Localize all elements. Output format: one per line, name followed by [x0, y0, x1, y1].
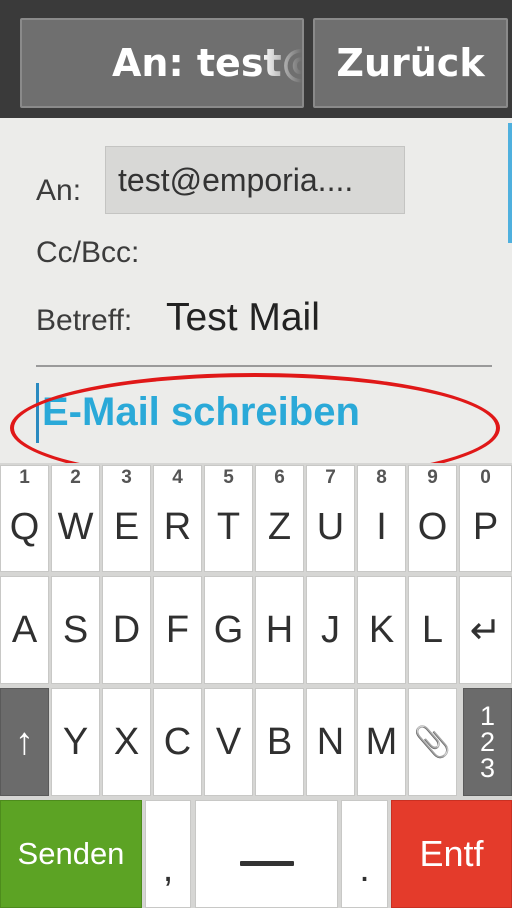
- delete-button[interactable]: Entf: [391, 800, 512, 908]
- space-key[interactable]: [195, 800, 338, 908]
- recipient-title-button[interactable]: An: test@: [20, 18, 304, 108]
- comma-symbol: ,: [162, 847, 174, 890]
- key-f[interactable]: F: [153, 576, 202, 684]
- key-number: 7: [325, 467, 336, 488]
- to-label: An:: [36, 174, 82, 207]
- key-l[interactable]: L: [408, 576, 457, 684]
- key-letter: I: [376, 506, 387, 548]
- recipient-chip[interactable]: test@emporia....: [105, 146, 405, 214]
- numbers-toggle-digit: 1: [479, 701, 496, 731]
- comma-key[interactable]: ,: [145, 800, 191, 908]
- subject-input[interactable]: Test Mail: [166, 296, 320, 340]
- key-r[interactable]: 4 R: [153, 465, 202, 572]
- key-letter: Q: [9, 506, 40, 548]
- key-letter: T: [216, 506, 241, 548]
- key-number: 2: [70, 467, 81, 488]
- key-b[interactable]: B: [255, 688, 304, 796]
- numbers-toggle-digit: 3: [479, 753, 496, 783]
- on-screen-keyboard: 1 Q 2 W 3 E 4 R 5 T 6 Z 7 U 8 I 9 O 0 P …: [0, 463, 512, 908]
- shift-key[interactable]: ↑: [0, 688, 49, 796]
- key-number: 8: [376, 467, 387, 488]
- key-number: 3: [121, 467, 132, 488]
- scroll-indicator: [508, 123, 512, 243]
- title-fade: [262, 20, 302, 106]
- key-g[interactable]: G: [204, 576, 253, 684]
- key-letter: P: [472, 506, 499, 548]
- numbers-toggle-key[interactable]: 1 2 3: [463, 688, 512, 796]
- divider: [36, 365, 492, 367]
- key-a[interactable]: A: [0, 576, 49, 684]
- key-o[interactable]: 9 O: [408, 465, 457, 572]
- key-t[interactable]: 5 T: [204, 465, 253, 572]
- send-button[interactable]: Senden: [0, 800, 142, 908]
- key-d[interactable]: D: [102, 576, 151, 684]
- key-number: 4: [172, 467, 183, 488]
- key-h[interactable]: H: [255, 576, 304, 684]
- key-letter: U: [316, 506, 345, 548]
- key-number: 9: [427, 467, 438, 488]
- paperclip-icon: 📎: [413, 725, 452, 759]
- key-letter: W: [57, 506, 94, 548]
- key-x[interactable]: X: [102, 688, 151, 796]
- key-letter: O: [417, 506, 448, 548]
- key-number: 6: [274, 467, 285, 488]
- key-i[interactable]: 8 I: [357, 465, 406, 572]
- enter-key[interactable]: ↵: [459, 576, 512, 684]
- key-number: 0: [480, 467, 491, 488]
- attachment-key[interactable]: 📎: [408, 688, 457, 796]
- key-letter: E: [113, 506, 140, 548]
- key-u[interactable]: 7 U: [306, 465, 355, 572]
- key-number: 5: [223, 467, 234, 488]
- back-button[interactable]: Zurück: [313, 18, 508, 108]
- key-q[interactable]: 1 Q: [0, 465, 49, 572]
- key-s[interactable]: S: [51, 576, 100, 684]
- key-m[interactable]: M: [357, 688, 406, 796]
- cc-bcc-field[interactable]: Cc/Bcc:: [36, 236, 139, 270]
- key-n[interactable]: N: [306, 688, 355, 796]
- period-key[interactable]: .: [341, 800, 388, 908]
- compose-form: An: test@emporia.... Cc/Bcc: Betreff: Te…: [0, 118, 512, 483]
- key-k[interactable]: K: [357, 576, 406, 684]
- key-z[interactable]: 6 Z: [255, 465, 304, 572]
- key-y[interactable]: Y: [51, 688, 100, 796]
- key-letter: Z: [267, 506, 292, 548]
- key-v[interactable]: V: [204, 688, 253, 796]
- top-bar: An: test@ Zurück: [0, 0, 512, 118]
- numbers-toggle-digit: 2: [479, 727, 496, 757]
- key-e[interactable]: 3 E: [102, 465, 151, 572]
- subject-label: Betreff:: [36, 304, 133, 337]
- key-j[interactable]: J: [306, 576, 355, 684]
- key-p[interactable]: 0 P: [459, 465, 512, 572]
- period-symbol: .: [359, 847, 370, 890]
- key-letter: R: [163, 506, 192, 548]
- key-w[interactable]: 2 W: [51, 465, 100, 572]
- space-bar-icon: [239, 860, 294, 866]
- key-number: 1: [19, 467, 30, 488]
- key-c[interactable]: C: [153, 688, 202, 796]
